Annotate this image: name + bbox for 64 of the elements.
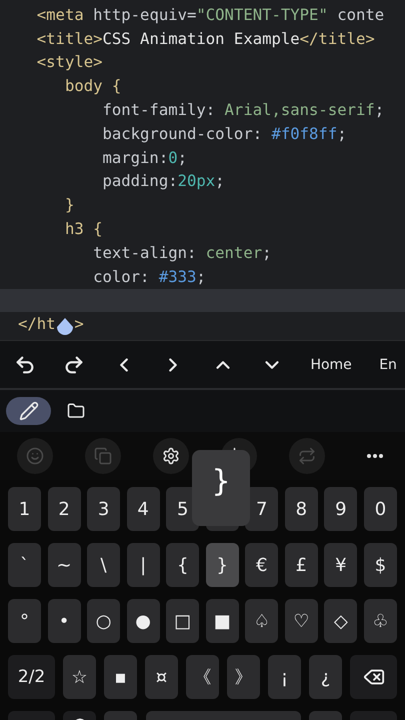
code-line: } — [64, 195, 76, 216]
keyboard-key[interactable]: 1 — [8, 487, 41, 531]
keyboard-key[interactable]: ¿ — [309, 655, 342, 699]
keyboard-key[interactable]: ° — [8, 599, 41, 643]
code-line: body { — [64, 76, 122, 98]
keyboard-key[interactable]: | — [126, 543, 160, 587]
keyboard-key[interactable]: € — [245, 543, 278, 587]
keyboard-key[interactable]: ● — [126, 599, 160, 643]
keyboard-key[interactable]: ~ — [48, 543, 81, 587]
keyboard-key[interactable]: 9 — [324, 487, 358, 531]
keyboard-key[interactable]: ○ — [87, 599, 120, 643]
settings-icon — [162, 447, 180, 465]
keyboard-key[interactable]: ◇ — [324, 599, 358, 643]
copy-icon — [94, 447, 112, 465]
code-text: </ht — [18, 315, 56, 334]
keyboard-key[interactable]: ▪ — [104, 655, 137, 699]
code-line: padding:20px; — [101, 171, 226, 192]
backspace-key[interactable] — [350, 655, 397, 699]
key-preview-popup: } — [192, 450, 250, 526]
keyboard-key[interactable]: 4 — [126, 487, 160, 531]
key-button[interactable]: Home — [306, 352, 356, 376]
keyboard-key[interactable]: ■ — [206, 599, 239, 643]
keyboard-key[interactable]: £ — [284, 543, 318, 587]
edit-mode-button[interactable] — [6, 397, 51, 425]
keyboard-key[interactable]: ¤ — [145, 655, 178, 699]
keyboard-key[interactable]: 《 — [186, 655, 219, 699]
keyboard-key[interactable]: 2 — [48, 487, 81, 531]
keyboard-key[interactable]: ¡ — [268, 655, 301, 699]
code-line: <style> — [36, 52, 104, 74]
keyboard-key[interactable]: } — [206, 543, 239, 587]
code-line: font-family: Arial,sans-serif; — [101, 100, 386, 122]
keyboard-key[interactable]: 8 — [284, 487, 318, 531]
smiley-icon — [26, 447, 44, 465]
keyboard-key[interactable]: 》 — [227, 655, 260, 699]
keyboard-key[interactable]: $ — [364, 543, 397, 587]
keyboard-key[interactable]: ` — [8, 543, 41, 587]
code-line: color: #333; — [92, 266, 207, 288]
code-line: margin:0; — [101, 148, 188, 169]
code-text: > — [74, 315, 84, 334]
code-line: <meta http-equiv="CONTENT-TYPE" conte — [36, 4, 386, 26]
key-button[interactable]: En — [375, 352, 401, 376]
code-line: <title>CSS Animation Example</title> — [36, 28, 376, 50]
undo-icon — [14, 354, 36, 376]
keyboard-key[interactable]: \ — [87, 543, 120, 587]
code-line: h3 { — [64, 219, 104, 240]
folder-icon — [67, 401, 85, 421]
keyboard-key[interactable]: • — [48, 599, 81, 643]
keyboard-key[interactable]: { — [166, 543, 200, 587]
page-key[interactable]: 2/2 — [8, 655, 55, 699]
more-icon — [367, 454, 383, 458]
keyboard-key[interactable]: ¥ — [324, 543, 358, 587]
pencil-icon — [18, 401, 38, 421]
settings-button[interactable] — [153, 438, 189, 474]
keyboard-key[interactable]: ♡ — [284, 599, 318, 643]
code-line: text-align: center; — [92, 242, 272, 264]
keyboard-key[interactable]: ♧ — [364, 599, 397, 643]
redo-icon — [63, 354, 86, 376]
keyboard-key[interactable]: 0 — [364, 487, 397, 531]
code-line: background-color: #f0f8ff; — [101, 124, 348, 145]
keyboard-key[interactable]: 3 — [87, 487, 120, 531]
keyboard-key[interactable]: ♤ — [245, 599, 278, 643]
swap-icon — [298, 447, 316, 465]
keyboard-key[interactable]: ☆ — [63, 655, 96, 699]
keyboard-key[interactable]: □ — [166, 599, 200, 643]
